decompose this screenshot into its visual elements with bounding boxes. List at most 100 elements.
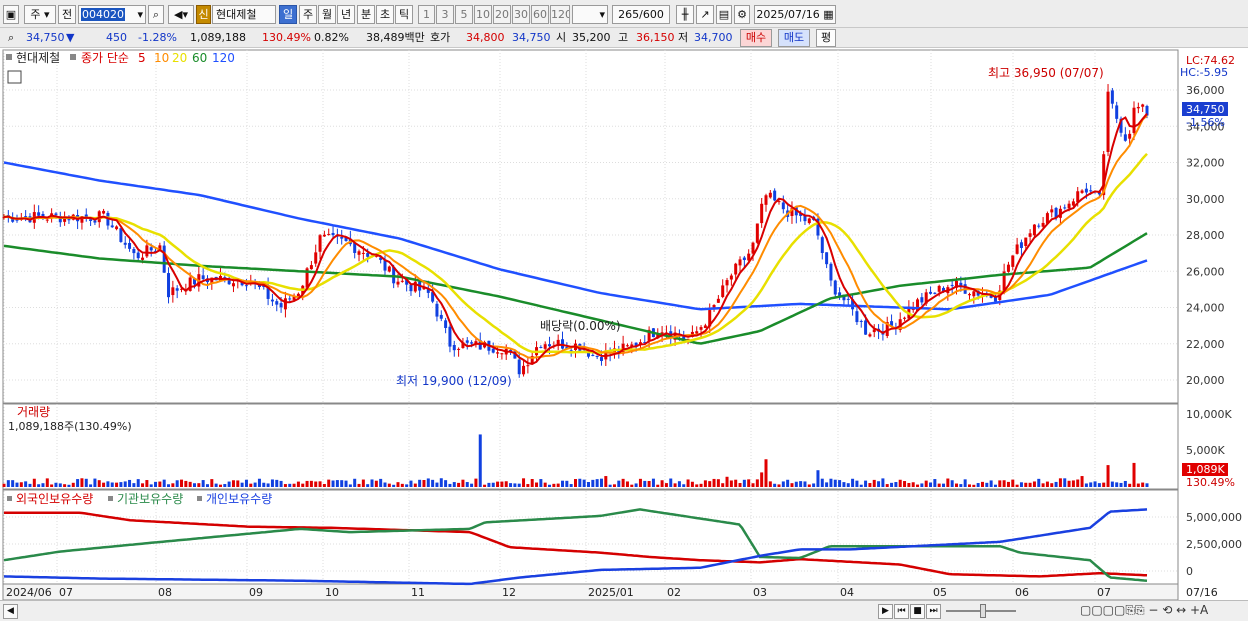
volume-bar [257, 478, 261, 487]
volume-bar [1041, 483, 1045, 487]
volume-bar [980, 481, 984, 487]
volume-bar [859, 484, 863, 487]
period-tab-6[interactable]: 틱 [395, 5, 413, 24]
volume-bar [509, 483, 513, 487]
candle-body [1050, 209, 1054, 213]
volume-bar [1145, 483, 1149, 487]
period-tab-4[interactable]: 분 [357, 5, 375, 24]
volume-bar [180, 479, 184, 487]
period-tab-0[interactable]: 일 [279, 5, 297, 24]
volume-bar [1067, 480, 1071, 487]
candle-body [864, 320, 868, 335]
high-label: 고 [618, 31, 629, 44]
average-button[interactable]: 평 [816, 29, 836, 47]
holdings-legend-2: 개인보유수량 [206, 492, 272, 506]
volume-bar [383, 482, 387, 487]
last-page-icon[interactable]: ⏭ [926, 604, 941, 619]
volume-bar [864, 480, 868, 487]
volume-bar [708, 481, 712, 487]
gear-icon[interactable]: ⚙ [734, 5, 750, 24]
volume-bar [838, 480, 842, 487]
volume-bar [167, 484, 171, 487]
volume-bar [543, 482, 547, 487]
minute-tab-10[interactable]: 10 [474, 5, 492, 24]
period-tab-5[interactable]: 초 [376, 5, 394, 24]
candle-body [452, 344, 456, 351]
minute-tab-120[interactable]: 120 [550, 5, 570, 24]
low-price: 34,700 [694, 31, 733, 44]
date-field[interactable]: 2025/07/16 ▦ [754, 5, 836, 24]
right-date-label: 07/16 [1186, 586, 1218, 599]
toolbar-icons[interactable]: ▢▢▢▢⎘⎘ − ⟲ ↔ +A [1080, 603, 1208, 618]
period-tab-3[interactable]: 년 [337, 5, 355, 24]
candle-body [920, 297, 924, 303]
volume-bar [465, 482, 469, 487]
minute-tab-5[interactable]: 5 [455, 5, 473, 24]
volume-bar [67, 484, 71, 487]
legend-ma-120: 120 [212, 51, 235, 65]
volume-bar [84, 478, 88, 487]
count-total: /600 [639, 8, 664, 21]
search-icon[interactable]: ⌕ [148, 5, 164, 24]
count-field[interactable]: 265/600 [612, 5, 670, 24]
scroll-left-icon[interactable]: ◀ [3, 604, 18, 619]
period-tab-2[interactable]: 월 [318, 5, 336, 24]
candle-body [327, 233, 331, 235]
minute-tab-3[interactable]: 3 [436, 5, 454, 24]
candle-icon[interactable]: ╫ [676, 5, 694, 24]
minute-tab-20[interactable]: 20 [493, 5, 511, 24]
volume-bar [920, 483, 924, 487]
volume-bar [760, 472, 764, 487]
candle-body [591, 354, 595, 356]
market-label: 주 [30, 8, 41, 21]
volume-bar [205, 484, 209, 487]
prev-button[interactable]: 전 [58, 5, 76, 24]
volume-bar [296, 481, 300, 487]
volume-bar [249, 483, 253, 487]
save-icon[interactable]: ▤ [716, 5, 732, 24]
volume-bar [340, 480, 344, 487]
volume-bar [452, 482, 456, 487]
candle-body [820, 237, 824, 254]
stop-icon[interactable]: ■ [910, 604, 925, 619]
volume-bar [751, 483, 755, 487]
code-input[interactable]: 004020 ▾ [78, 5, 146, 24]
volume-bar [773, 483, 777, 487]
volume-bar [989, 480, 993, 487]
market-select[interactable]: 주 ▾ [24, 5, 56, 24]
volume-bar [283, 484, 287, 487]
buy-button[interactable]: 매수 [740, 29, 772, 47]
volume-bar [998, 480, 1002, 487]
candle-body [1089, 190, 1093, 192]
speaker-icon[interactable]: ◀▾ [168, 5, 194, 24]
sell-button[interactable]: 매도 [778, 29, 810, 47]
volume-bar [1028, 482, 1032, 487]
scroll-bar[interactable]: ◀ ▶ ⏮ ■ ⏭ ▢▢▢▢⎘⎘ − ⟲ ↔ +A [0, 600, 1248, 621]
stock-name[interactable]: 현대제철 [212, 5, 276, 24]
window-icon[interactable]: ▣ [3, 5, 19, 24]
period-tab-1[interactable]: 주 [299, 5, 317, 24]
candle-body [721, 285, 725, 297]
change-pct: -1.28% [138, 31, 177, 44]
volume-bar [1006, 481, 1010, 487]
stock-chart[interactable]: 36,00034,00032,00030,00028,00026,00024,0… [0, 49, 1248, 601]
volume-bar [2, 483, 6, 487]
table-view-icon [7, 70, 22, 84]
candle-body [829, 263, 833, 281]
volume-bar [353, 478, 357, 487]
zoom-slider-handle[interactable] [980, 604, 986, 618]
minute-tab-1[interactable]: 1 [418, 5, 435, 24]
candle-body [807, 218, 811, 224]
draw-tool-icon[interactable]: ↗ [696, 5, 714, 24]
code-value: 004020 [81, 8, 125, 21]
candle-body [716, 298, 720, 303]
volume-bar [218, 484, 222, 487]
open-label: 시 [556, 31, 567, 44]
first-page-icon[interactable]: ⏮ [894, 604, 909, 619]
minute-tab-60[interactable]: 60 [531, 5, 549, 24]
price-tag-label: 34,750 [1186, 103, 1225, 116]
minute-select[interactable]: ▾ [572, 5, 608, 24]
minute-tab-30[interactable]: 30 [512, 5, 530, 24]
scroll-right-icon[interactable]: ▶ [878, 604, 893, 619]
volume-bar [115, 482, 119, 487]
